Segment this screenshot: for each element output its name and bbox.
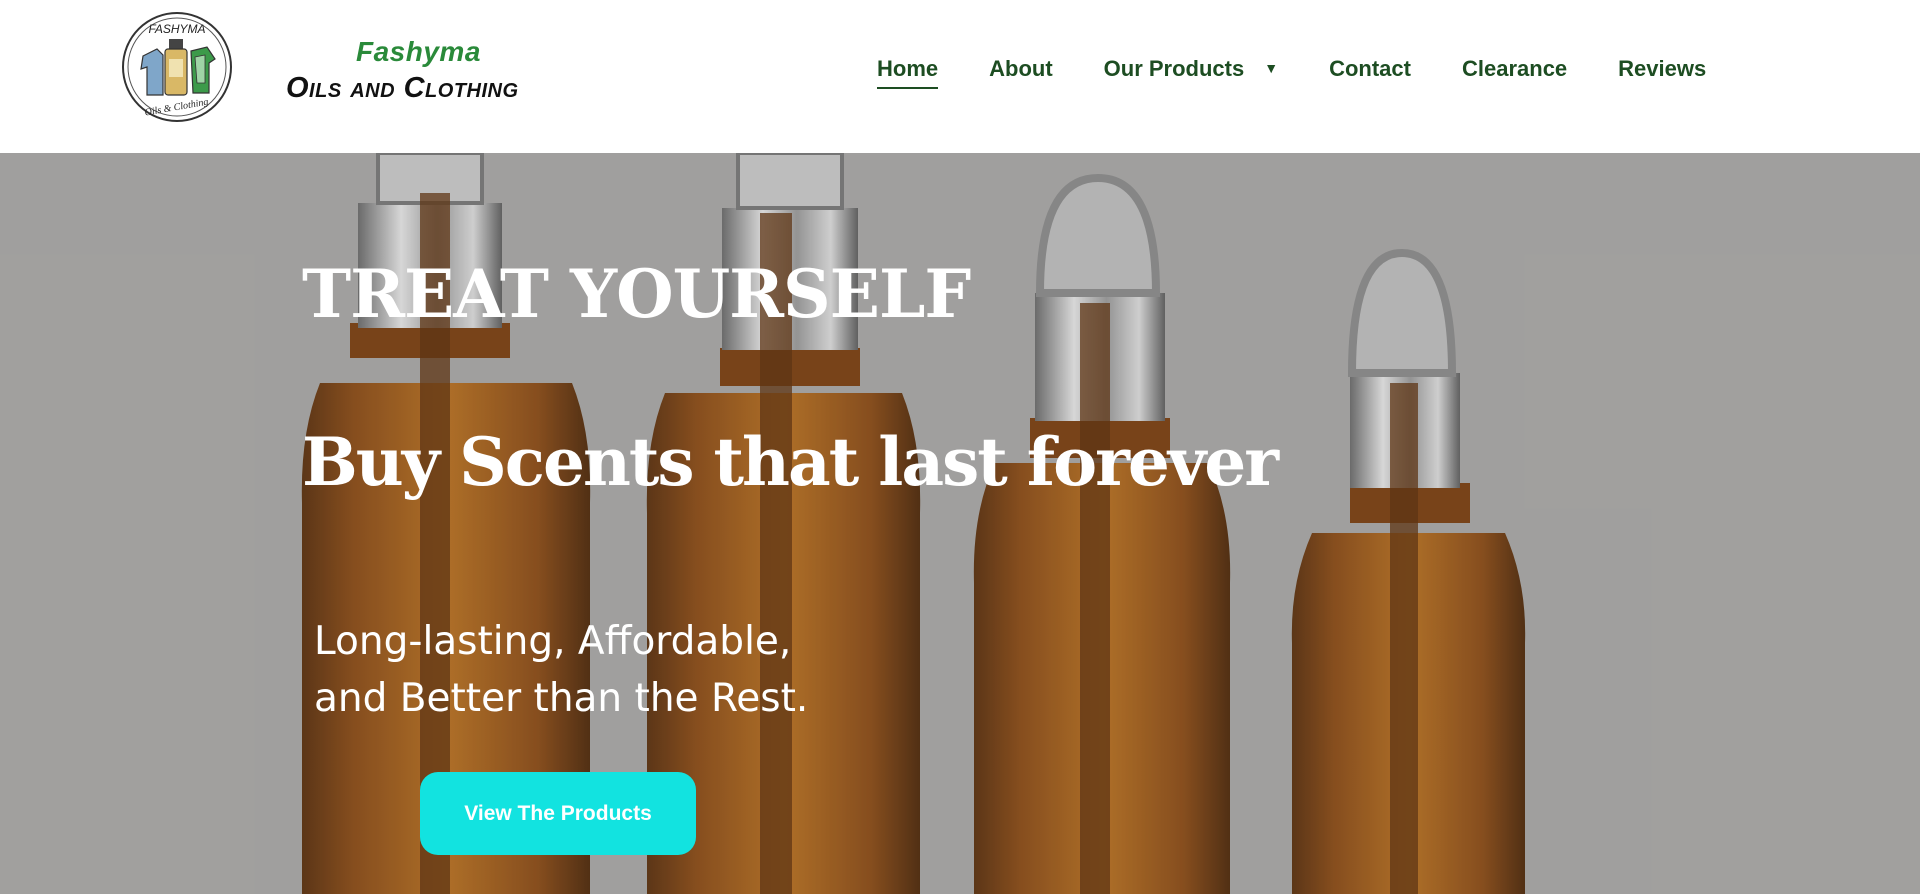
brand-name-bottom: Oils and Clothing — [286, 72, 519, 104]
view-products-button[interactable]: View The Products — [420, 772, 696, 855]
hero-subtitle: Long-lasting, Affordable, and Better tha… — [314, 613, 808, 727]
caret-down-icon: ▼ — [1264, 60, 1279, 77]
nav-contact[interactable]: Contact — [1329, 56, 1411, 86]
brand-name-top: Fashyma — [356, 36, 481, 67]
hero-title: TREAT YOURSELF — [302, 255, 971, 333]
nav-clearance[interactable]: Clearance — [1462, 56, 1567, 86]
site-header: FASHYMA Oils & Clothing Fashyma Oils and… — [0, 0, 1920, 153]
logo-badge[interactable]: FASHYMA Oils & Clothing — [121, 11, 233, 123]
hero-subtitle-line-1: Long-lasting, Affordable, — [314, 619, 792, 664]
nav-our-products[interactable]: Our Products ▼ — [1104, 56, 1278, 86]
hero-subtitle-line-2: and Better than the Rest. — [314, 676, 809, 721]
badge-text-top: FASHYMA — [148, 22, 205, 36]
hero-section: TREAT YOURSELF Buy Scents that last fore… — [0, 153, 1920, 894]
nav-reviews[interactable]: Reviews — [1618, 56, 1706, 86]
hero-heading: Buy Scents that last forever — [302, 423, 1279, 501]
nav-about[interactable]: About — [989, 56, 1053, 86]
main-nav: Home About Our Products ▼ Contact Clearan… — [877, 56, 1757, 89]
brand-wordmark[interactable]: Fashyma Oils and Clothing — [286, 36, 566, 108]
nav-home[interactable]: Home — [877, 56, 939, 89]
nav-our-products-label: Our Products — [1103, 56, 1245, 81]
